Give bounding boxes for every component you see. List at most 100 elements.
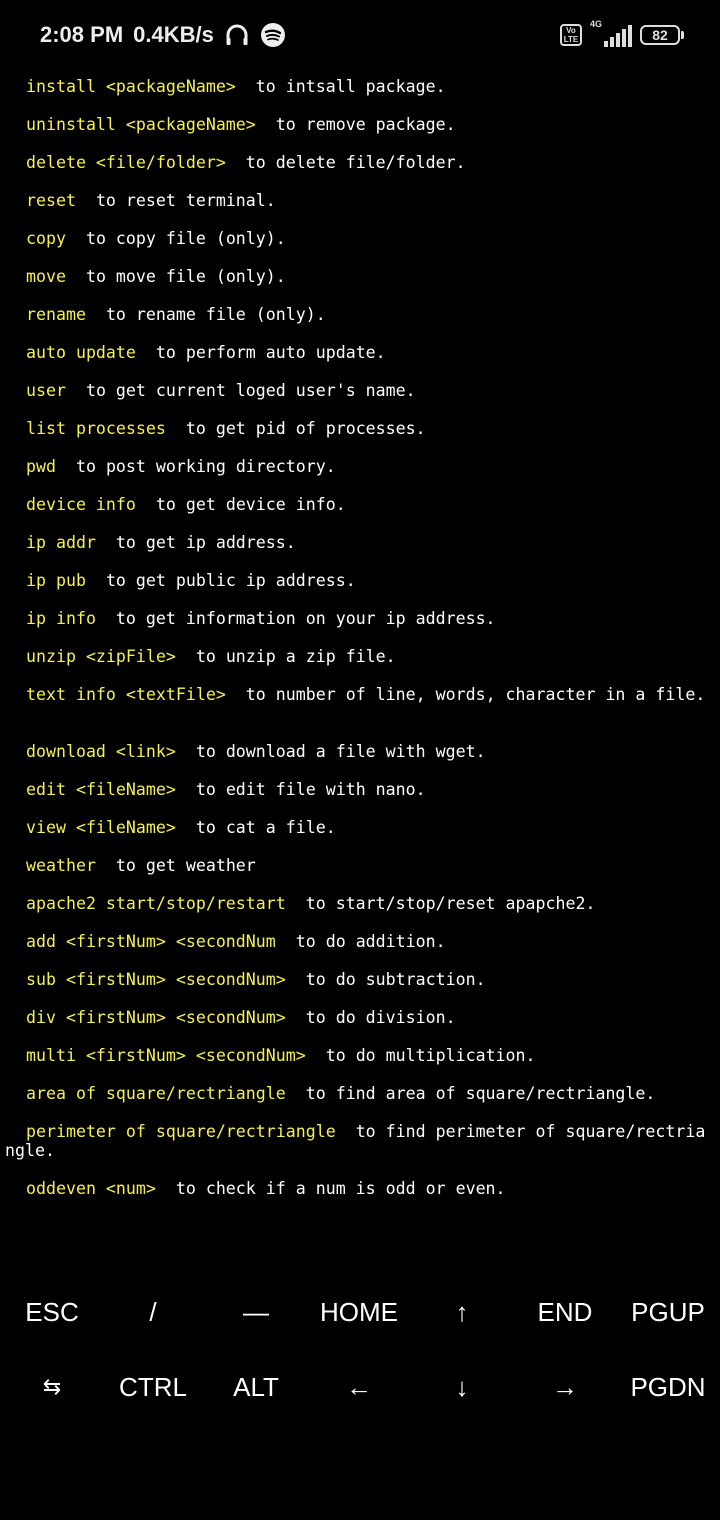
volte-icon: Vo LTE: [560, 24, 582, 46]
status-bar-left: 2:08 PM 0.4KB/s: [40, 20, 286, 50]
command-name: delete <file/folder>: [26, 153, 226, 172]
headphones-icon: [224, 22, 250, 48]
battery-icon: 82: [640, 25, 684, 45]
command-description: to edit file with nano.: [195, 780, 426, 799]
terminal-line: multi <firstNum> <secondNum> to do multi…: [26, 1044, 536, 1068]
command-description: to find area of square/rectriangle.: [305, 1084, 656, 1103]
command-description: to get pid of processes.: [185, 419, 426, 438]
command-description: to do addition.: [295, 932, 446, 951]
key-pgdn-button[interactable]: PGDN: [618, 1357, 718, 1417]
command-name: apache2 start/stop/restart: [26, 894, 286, 913]
terminal-line: ip pub to get public ip address.: [26, 569, 356, 593]
network-type: 4G: [590, 19, 603, 29]
key-tab-button[interactable]: ⇆: [2, 1357, 102, 1417]
signal-icon: 4G: [590, 19, 632, 47]
command-description: to start/stop/reset apapche2.: [305, 894, 596, 913]
command-name: weather: [26, 856, 96, 875]
command-description: to do subtraction.: [305, 970, 486, 989]
command-description: to find perimeter of square/rectria: [355, 1122, 706, 1141]
command-name: device info: [26, 495, 136, 514]
command-name: text info <textFile>: [26, 685, 226, 704]
key-end-button[interactable]: END: [520, 1282, 610, 1342]
extra-keys-row-1: ESC / — HOME ↑ END PGUP: [0, 1282, 720, 1342]
key-arrow-left-button[interactable]: ←: [304, 1357, 414, 1417]
terminal-line: div <firstNum> <secondNum> to do divisio…: [26, 1006, 456, 1030]
command-name: reset: [26, 191, 76, 210]
command-description: to get public ip address.: [105, 571, 356, 590]
command-name: div <firstNum> <secondNum>: [26, 1008, 286, 1027]
spotify-icon: [260, 22, 286, 48]
key-ctrl-button[interactable]: CTRL: [108, 1357, 198, 1417]
terminal-line: weather to get weather: [26, 854, 256, 878]
terminal-line: sub <firstNum> <secondNum> to do subtrac…: [26, 968, 486, 992]
terminal-line: rename to rename file (only).: [26, 303, 326, 327]
terminal-line: apache2 start/stop/restart to start/stop…: [26, 892, 595, 916]
command-description: to get device info.: [155, 495, 346, 514]
key-alt-button[interactable]: ALT: [211, 1357, 301, 1417]
key-pgup-button[interactable]: PGUP: [618, 1282, 718, 1342]
command-name: oddeven <num>: [26, 1179, 156, 1198]
command-description: to rename file (only).: [105, 305, 326, 324]
key-dash-button[interactable]: —: [211, 1282, 301, 1342]
key-arrow-down-button[interactable]: ↓: [422, 1357, 502, 1417]
command-description: to reset terminal.: [95, 191, 276, 210]
key-slash-button[interactable]: /: [108, 1282, 198, 1342]
command-description-wrap: ngle.: [5, 1141, 55, 1160]
key-arrow-right-button[interactable]: →: [520, 1357, 610, 1417]
command-description: to perform auto update.: [155, 343, 386, 362]
volte-label-bottom: LTE: [563, 35, 579, 44]
command-description: to copy file (only).: [85, 229, 286, 248]
terminal-line: list processes to get pid of processes.: [26, 417, 426, 441]
terminal-line: reset to reset terminal.: [26, 189, 276, 213]
terminal-line: pwd to post working directory.: [26, 455, 336, 479]
key-esc-button[interactable]: ESC: [2, 1282, 102, 1342]
status-bar: 2:08 PM 0.4KB/s Vo LTE 4G 82: [0, 0, 720, 70]
command-name: multi <firstNum> <secondNum>: [26, 1046, 306, 1065]
command-name: auto update: [26, 343, 136, 362]
command-description: to delete file/folder.: [245, 153, 466, 172]
terminal-line: move to move file (only).: [26, 265, 286, 289]
command-name: download <link>: [26, 742, 176, 761]
terminal-line: uninstall <packageName> to remove packag…: [26, 113, 456, 137]
terminal-line: area of square/rectriangle to find area …: [26, 1082, 655, 1106]
command-description: to download a file with wget.: [195, 742, 486, 761]
terminal-line: download <link> to download a file with …: [26, 740, 486, 764]
key-home-button[interactable]: HOME: [304, 1282, 414, 1342]
command-description: to check if a num is odd or even.: [175, 1179, 506, 1198]
command-name: area of square/rectriangle: [26, 1084, 286, 1103]
command-name: ip addr: [26, 533, 96, 552]
command-description: to do division.: [305, 1008, 456, 1027]
terminal-line: device info to get device info.: [26, 493, 346, 517]
command-name: sub <firstNum> <secondNum>: [26, 970, 286, 989]
terminal-line: view <fileName> to cat a file.: [26, 816, 336, 840]
command-name: move: [26, 267, 66, 286]
command-name: unzip <zipFile>: [26, 647, 176, 666]
terminal-line: install <packageName> to intsall package…: [26, 75, 446, 99]
command-description: to post working directory.: [75, 457, 336, 476]
command-name: pwd: [26, 457, 56, 476]
terminal-line: oddeven <num> to check if a num is odd o…: [26, 1177, 506, 1201]
command-description: to get current loged user's name.: [85, 381, 416, 400]
battery-level: 82: [640, 25, 680, 45]
status-bar-right: Vo LTE 4G 82: [560, 19, 684, 50]
command-description: to unzip a zip file.: [195, 647, 396, 666]
command-name: uninstall <packageName>: [26, 115, 256, 134]
terminal-line: copy to copy file (only).: [26, 227, 286, 251]
command-name: edit <fileName>: [26, 780, 176, 799]
terminal-line: user to get current loged user's name.: [26, 379, 416, 403]
terminal-line: add <firstNum> <secondNum to do addition…: [26, 930, 446, 954]
terminal-line: auto update to perform auto update.: [26, 341, 386, 365]
command-description: to intsall package.: [255, 77, 446, 96]
command-description: to get information on your ip address.: [115, 609, 496, 628]
command-name: ip info: [26, 609, 96, 628]
terminal-line: delete <file/folder> to delete file/fold…: [26, 151, 466, 175]
command-description: to cat a file.: [195, 818, 336, 837]
key-arrow-up-button[interactable]: ↑: [422, 1282, 502, 1342]
extra-keys-row-2: ⇆ CTRL ALT ← ↓ → PGDN: [0, 1357, 720, 1417]
command-name: view <fileName>: [26, 818, 176, 837]
command-name: install <packageName>: [26, 77, 236, 96]
terminal-line: text info <textFile> to number of line, …: [26, 683, 705, 707]
command-description: to number of line, words, character in a…: [245, 685, 706, 704]
command-description: to get ip address.: [115, 533, 296, 552]
network-speed: 0.4KB/s: [133, 22, 214, 47]
